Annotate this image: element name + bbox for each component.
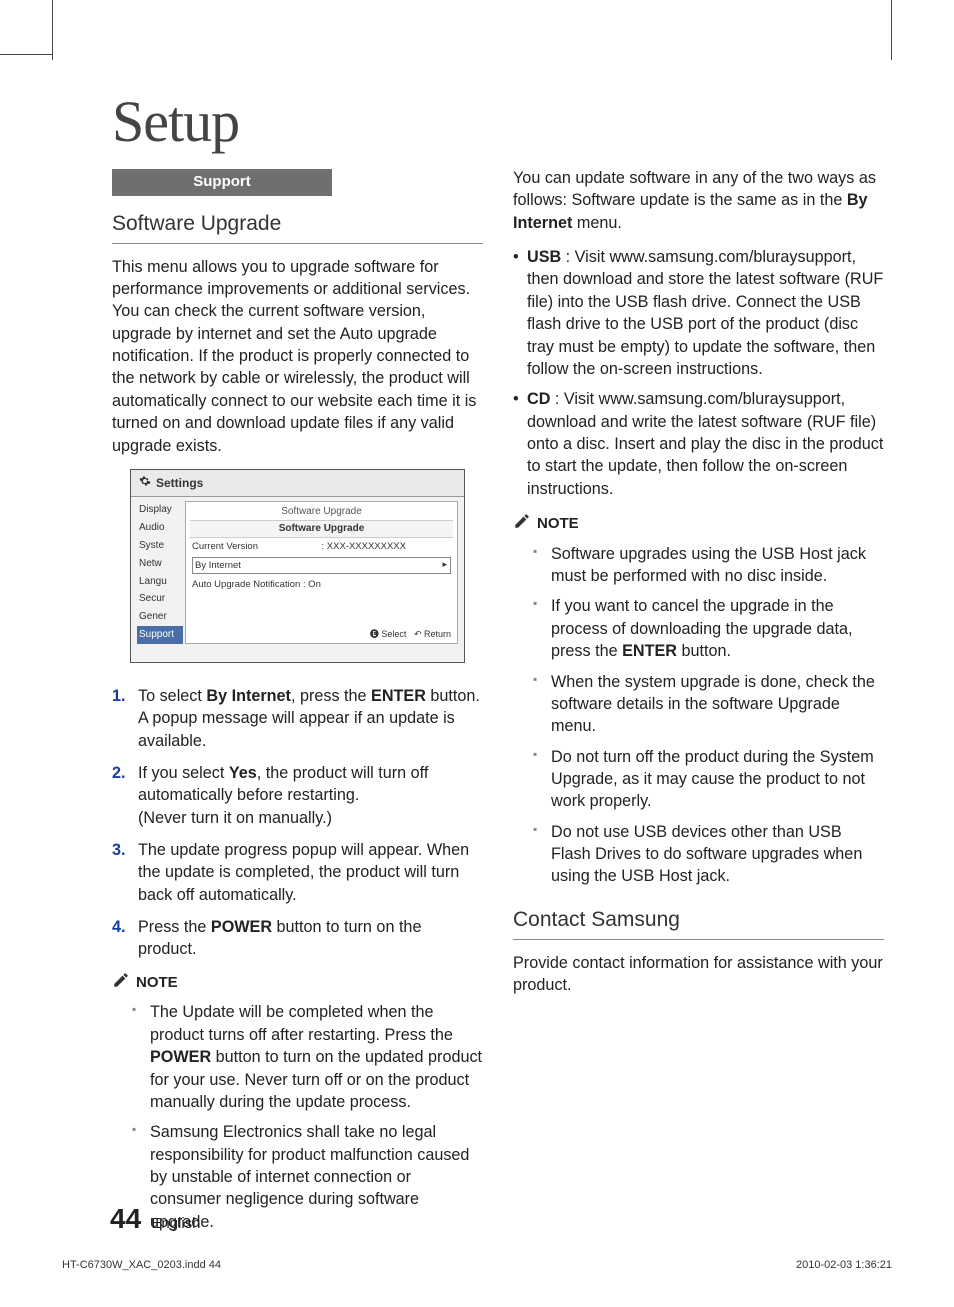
enter-icon: 🅔 xyxy=(370,629,382,639)
settings-body: Display Audio Syste Netw Langu Secur Gen… xyxy=(131,497,464,661)
left-column: Support Software Upgrade This menu allow… xyxy=(112,167,483,1245)
step-2: 2. If you select Yes, the product will t… xyxy=(112,762,483,829)
current-version-label: Current Version xyxy=(192,540,322,553)
panel-title: Software Upgrade xyxy=(190,504,453,521)
note-enter: If you want to cancel the upgrade in the… xyxy=(551,595,884,662)
step-text: Press the POWER button to turn on the pr… xyxy=(138,916,483,961)
return-label: Return xyxy=(424,629,451,639)
note-heading: NOTE xyxy=(112,971,483,996)
page: Setup Support Software Upgrade This menu… xyxy=(0,0,954,1307)
settings-header: Settings xyxy=(131,470,464,498)
panel-footer: 🅔 Select ↶ Return xyxy=(370,628,451,640)
right-intro: You can update software in any of the tw… xyxy=(513,167,884,234)
auto-upgrade-row: Auto Upgrade Notification : On xyxy=(190,576,453,593)
upgrade-steps: 1. To select By Internet, press the ENTE… xyxy=(112,685,483,961)
sidebar-item: Netw xyxy=(137,555,183,573)
step-number: 1. xyxy=(112,685,138,752)
page-footer: 44 English xyxy=(110,1203,201,1235)
crop-mark xyxy=(891,0,892,60)
contact-samsung-text: Provide contact information for assistan… xyxy=(513,952,884,997)
settings-panel: Software Upgrade Software Upgrade Curren… xyxy=(185,501,458,643)
indd-timestamp: 2010-02-03 1:36:21 xyxy=(796,1259,892,1271)
note-list: The Update will be completed when the pr… xyxy=(112,1001,483,1233)
sidebar-item: Gener xyxy=(137,608,183,626)
note-item: Do not turn off the product during the S… xyxy=(513,746,884,813)
return-icon: ↶ xyxy=(414,629,424,639)
step-3: 3. The update progress popup will appear… xyxy=(112,839,483,906)
sidebar-item: Display xyxy=(137,501,183,519)
current-version-row: Current Version : XXX-XXXXXXXXX xyxy=(190,538,453,555)
settings-sidebar: Display Audio Syste Netw Langu Secur Gen… xyxy=(137,501,183,643)
step-1: 1. To select By Internet, press the ENTE… xyxy=(112,685,483,752)
page-number: 44 xyxy=(110,1203,141,1234)
step-text: The update progress popup will appear. W… xyxy=(138,839,483,906)
sidebar-item: Audio xyxy=(137,519,183,537)
crop-mark xyxy=(0,54,52,55)
note-item: The Update will be completed when the pr… xyxy=(112,1001,483,1113)
page-language: English xyxy=(151,1215,200,1232)
software-upgrade-intro: This menu allows you to upgrade software… xyxy=(112,256,483,457)
crop-mark xyxy=(52,0,53,60)
auto-upgrade-label: Auto Upgrade Notification : On xyxy=(192,578,321,591)
note-label: NOTE xyxy=(136,973,178,994)
step-text: To select By Internet, press the ENTER b… xyxy=(138,685,483,752)
support-section-label: Support xyxy=(112,169,332,196)
sidebar-item: Secur xyxy=(137,590,183,608)
note-item: Software upgrades using the USB Host jac… xyxy=(513,543,884,588)
settings-screenshot: Settings Display Audio Syste Netw Langu … xyxy=(130,469,465,663)
note-item: If you want to cancel the upgrade in the… xyxy=(513,595,884,662)
note-list-right: Software upgrades using the USB Host jac… xyxy=(513,543,884,888)
software-upgrade-heading: Software Upgrade xyxy=(112,210,483,244)
cd-method: CD : Visit www.samsung.com/bluraysupport… xyxy=(513,388,884,500)
select-label: Select xyxy=(381,629,406,639)
page-title: Setup xyxy=(112,88,892,155)
contact-samsung-heading: Contact Samsung xyxy=(513,906,884,940)
step-number: 4. xyxy=(112,916,138,961)
sidebar-item: Langu xyxy=(137,573,183,591)
current-version-value: : XXX-XXXXXXXXX xyxy=(322,540,452,553)
by-internet-row: By Internet xyxy=(190,555,453,576)
note-heading: NOTE xyxy=(513,512,884,537)
update-methods: USB : Visit www.samsung.com/bluraysuppor… xyxy=(513,246,884,500)
sidebar-item-active: Support xyxy=(137,626,183,644)
gear-icon xyxy=(139,475,151,492)
by-internet-select: By Internet xyxy=(192,557,451,574)
usb-method: USB : Visit www.samsung.com/bluraysuppor… xyxy=(513,246,884,380)
sidebar-item: Syste xyxy=(137,537,183,555)
two-column-layout: Support Software Upgrade This menu allow… xyxy=(112,167,884,1245)
step-4: 4. Press the POWER button to turn on the… xyxy=(112,916,483,961)
right-column: You can update software in any of the tw… xyxy=(513,167,884,1245)
note-label: NOTE xyxy=(537,514,579,535)
step-number: 3. xyxy=(112,839,138,906)
step-number: 2. xyxy=(112,762,138,829)
settings-label: Settings xyxy=(156,475,203,492)
pencil-icon xyxy=(513,512,531,537)
note-item: Do not use USB devices other than USB Fl… xyxy=(513,821,884,888)
panel-subtitle: Software Upgrade xyxy=(190,521,453,538)
indd-filename: HT-C6730W_XAC_0203.indd 44 xyxy=(62,1259,221,1271)
step-text: If you select Yes, the product will turn… xyxy=(138,762,483,829)
note-item: When the system upgrade is done, check t… xyxy=(513,671,884,738)
pencil-icon xyxy=(112,971,130,996)
